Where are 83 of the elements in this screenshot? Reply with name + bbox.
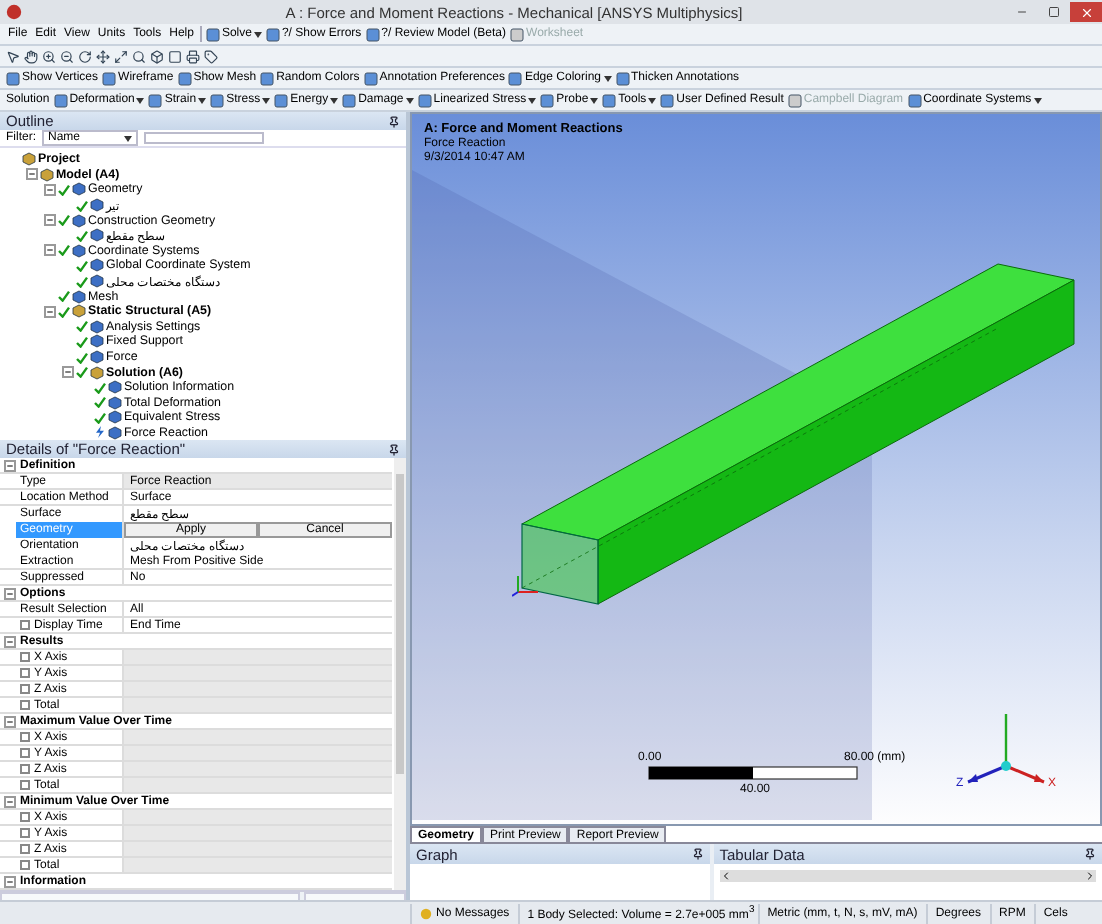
parameter-checkbox[interactable]: [20, 828, 30, 839]
tag-icon[interactable]: [204, 49, 218, 63]
parameter-checkbox[interactable]: [20, 748, 30, 759]
square-icon[interactable]: [168, 49, 182, 63]
tool-icon: [6, 71, 20, 85]
node-icon: [40, 167, 54, 182]
message-icon: [420, 907, 432, 919]
parameter-checkbox[interactable]: [20, 668, 30, 679]
pin-icon[interactable]: [388, 443, 400, 456]
expander-icon[interactable]: [4, 795, 16, 808]
node-icon: [90, 198, 104, 213]
tool-icon: [787, 93, 802, 107]
node-icon: [72, 243, 86, 258]
expander-icon[interactable]: [4, 635, 16, 648]
dropdown-arrow-icon: [198, 97, 207, 103]
axis-marker-icon: [512, 574, 540, 598]
move-icon[interactable]: [96, 49, 110, 63]
parameter-checkbox[interactable]: [20, 812, 30, 823]
dropdown-arrow-icon: [405, 97, 414, 103]
rotate-icon[interactable]: [78, 49, 92, 63]
dropdown-arrow-icon: [253, 31, 262, 37]
dropdown-arrow-icon: [136, 97, 145, 103]
expander-icon[interactable]: [4, 715, 16, 728]
parameter-checkbox[interactable]: [20, 684, 30, 695]
fit-icon[interactable]: [114, 49, 128, 63]
close-icon[interactable]: [1070, 2, 1102, 22]
zoom-in-icon[interactable]: [42, 49, 56, 63]
parameter-checkbox[interactable]: [20, 652, 30, 663]
tool-icon: [53, 93, 68, 107]
parameter-checkbox[interactable]: [20, 780, 30, 791]
tool-icon: [205, 27, 220, 41]
dropdown-arrow-icon: [262, 97, 271, 103]
dropdown-arrow-icon: [1033, 97, 1042, 103]
expander-icon[interactable]: [26, 168, 38, 181]
tool-icon: [660, 93, 675, 107]
parameter-checkbox[interactable]: [20, 620, 30, 631]
tool-icon: [417, 93, 432, 107]
scrollbar[interactable]: [394, 458, 406, 891]
pin-icon[interactable]: [388, 115, 400, 127]
cube-icon[interactable]: [150, 49, 164, 63]
pin-icon[interactable]: [1084, 848, 1096, 860]
parameter-checkbox[interactable]: [20, 764, 30, 775]
dropdown-arrow-icon: [590, 97, 599, 103]
node-icon: [72, 213, 86, 228]
scrollbar[interactable]: [719, 870, 1096, 882]
parameter-checkbox[interactable]: [20, 844, 30, 855]
parameter-checkbox[interactable]: [20, 732, 30, 743]
tool-icon: [508, 71, 523, 85]
node-icon: [90, 228, 104, 243]
app-logo-icon: [6, 4, 22, 20]
hand-icon[interactable]: [24, 49, 38, 63]
expander-icon[interactable]: [44, 244, 56, 257]
scroll-right-icon[interactable]: [1084, 870, 1096, 882]
pointer-icon[interactable]: [6, 49, 20, 63]
dropdown-arrow-icon: [528, 97, 537, 103]
dropdown-arrow-icon: [330, 97, 339, 103]
parameter-checkbox[interactable]: [20, 860, 30, 871]
dropdown-arrow-icon: [648, 97, 657, 103]
tool-icon: [907, 93, 922, 107]
expander-icon[interactable]: [44, 214, 56, 227]
tool-icon: [102, 71, 117, 85]
tool-icon: [365, 27, 380, 41]
node-icon: [72, 182, 86, 197]
tool-icon: [265, 27, 280, 41]
expander-icon[interactable]: [4, 875, 16, 888]
zoom-out-icon[interactable]: [60, 49, 74, 63]
expander-icon[interactable]: [4, 587, 16, 600]
print-icon[interactable]: [186, 49, 200, 63]
filter-input[interactable]: [144, 132, 264, 144]
search-icon[interactable]: [132, 49, 146, 63]
expander-icon[interactable]: [4, 459, 16, 472]
parameter-checkbox[interactable]: [20, 700, 30, 711]
tool-icon: [210, 93, 225, 107]
expander-icon[interactable]: [62, 366, 74, 379]
node-icon: [22, 152, 36, 167]
dropdown-arrow-icon: [124, 135, 132, 141]
tool-icon: [510, 27, 525, 41]
expander-icon[interactable]: [44, 305, 56, 318]
scroll-left-icon[interactable]: [719, 870, 732, 882]
dropdown-arrow-icon: [603, 75, 611, 81]
tool-icon: [540, 93, 555, 107]
expander-icon[interactable]: [44, 183, 56, 196]
pin-icon[interactable]: [691, 848, 704, 860]
